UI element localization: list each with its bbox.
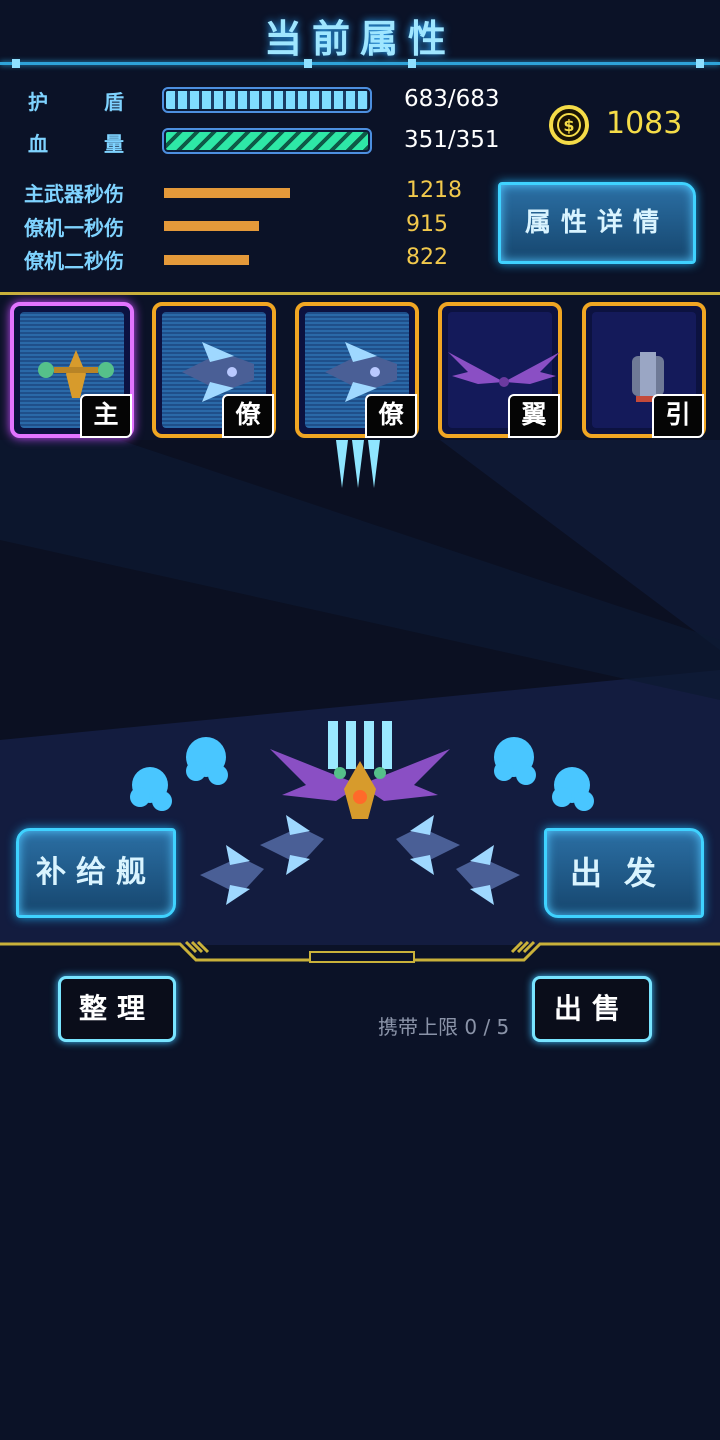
title-divider [0,59,720,68]
slot-tag-wingman-2: 僚 [365,394,417,438]
coin-count: 1083 [606,106,683,141]
slots-divider-top [0,292,720,295]
damage-bar-main [164,188,290,198]
health-value: 351/351 [404,127,500,153]
health-label-b: 量 [104,132,124,156]
damage-value-wing2: 822 [406,245,448,270]
attribute-details-button[interactable]: 属性详情 [498,182,696,264]
damage-value-main: 1218 [406,178,462,203]
coin-icon: $ [548,104,590,146]
damage-bar-wing2 [164,255,249,265]
shield-bar-fill [166,91,368,109]
damage-label-wing1: 僚机一秒伤 [24,216,124,240]
supply-ship-button[interactable]: 补给舰 [16,828,176,918]
equip-slot-wing[interactable]: 翼 [438,302,562,438]
equip-slot-wingman-1[interactable]: 僚 [152,302,276,438]
slot-tag-wingman-1: 僚 [222,394,274,438]
launch-button[interactable]: 出发 [544,828,704,918]
damage-bar-wing1 [164,221,259,231]
shield-value: 683/683 [404,86,500,112]
shield-bar [162,87,372,113]
inventory-divider [0,938,720,968]
equip-slot-main[interactable]: 主 [10,302,134,438]
equip-slot-engine[interactable]: 引 [582,302,706,438]
slot-tag-main: 主 [80,394,132,438]
svg-text:$: $ [563,116,574,135]
slot-tag-wing: 翼 [508,394,560,438]
page-title: 当前属性 [263,17,456,61]
inventory-capacity: 携带上限 0 / 5 [378,1015,510,1039]
health-bar [162,128,372,154]
health-bar-fill [166,132,368,150]
fleet-formation [110,715,610,925]
sell-button[interactable]: 出售 [532,976,652,1042]
health-label-a: 血 [28,132,48,156]
damage-value-wing1: 915 [406,212,448,237]
damage-label-main: 主武器秒伤 [24,182,124,206]
organize-button[interactable]: 整理 [58,976,176,1042]
equip-slot-wingman-2[interactable]: 僚 [295,302,419,438]
shield-label-b: 盾 [104,90,124,114]
damage-label-wing2: 僚机二秒伤 [24,249,124,273]
shield-label-a: 护 [28,90,48,114]
slot-tag-engine: 引 [652,394,704,438]
